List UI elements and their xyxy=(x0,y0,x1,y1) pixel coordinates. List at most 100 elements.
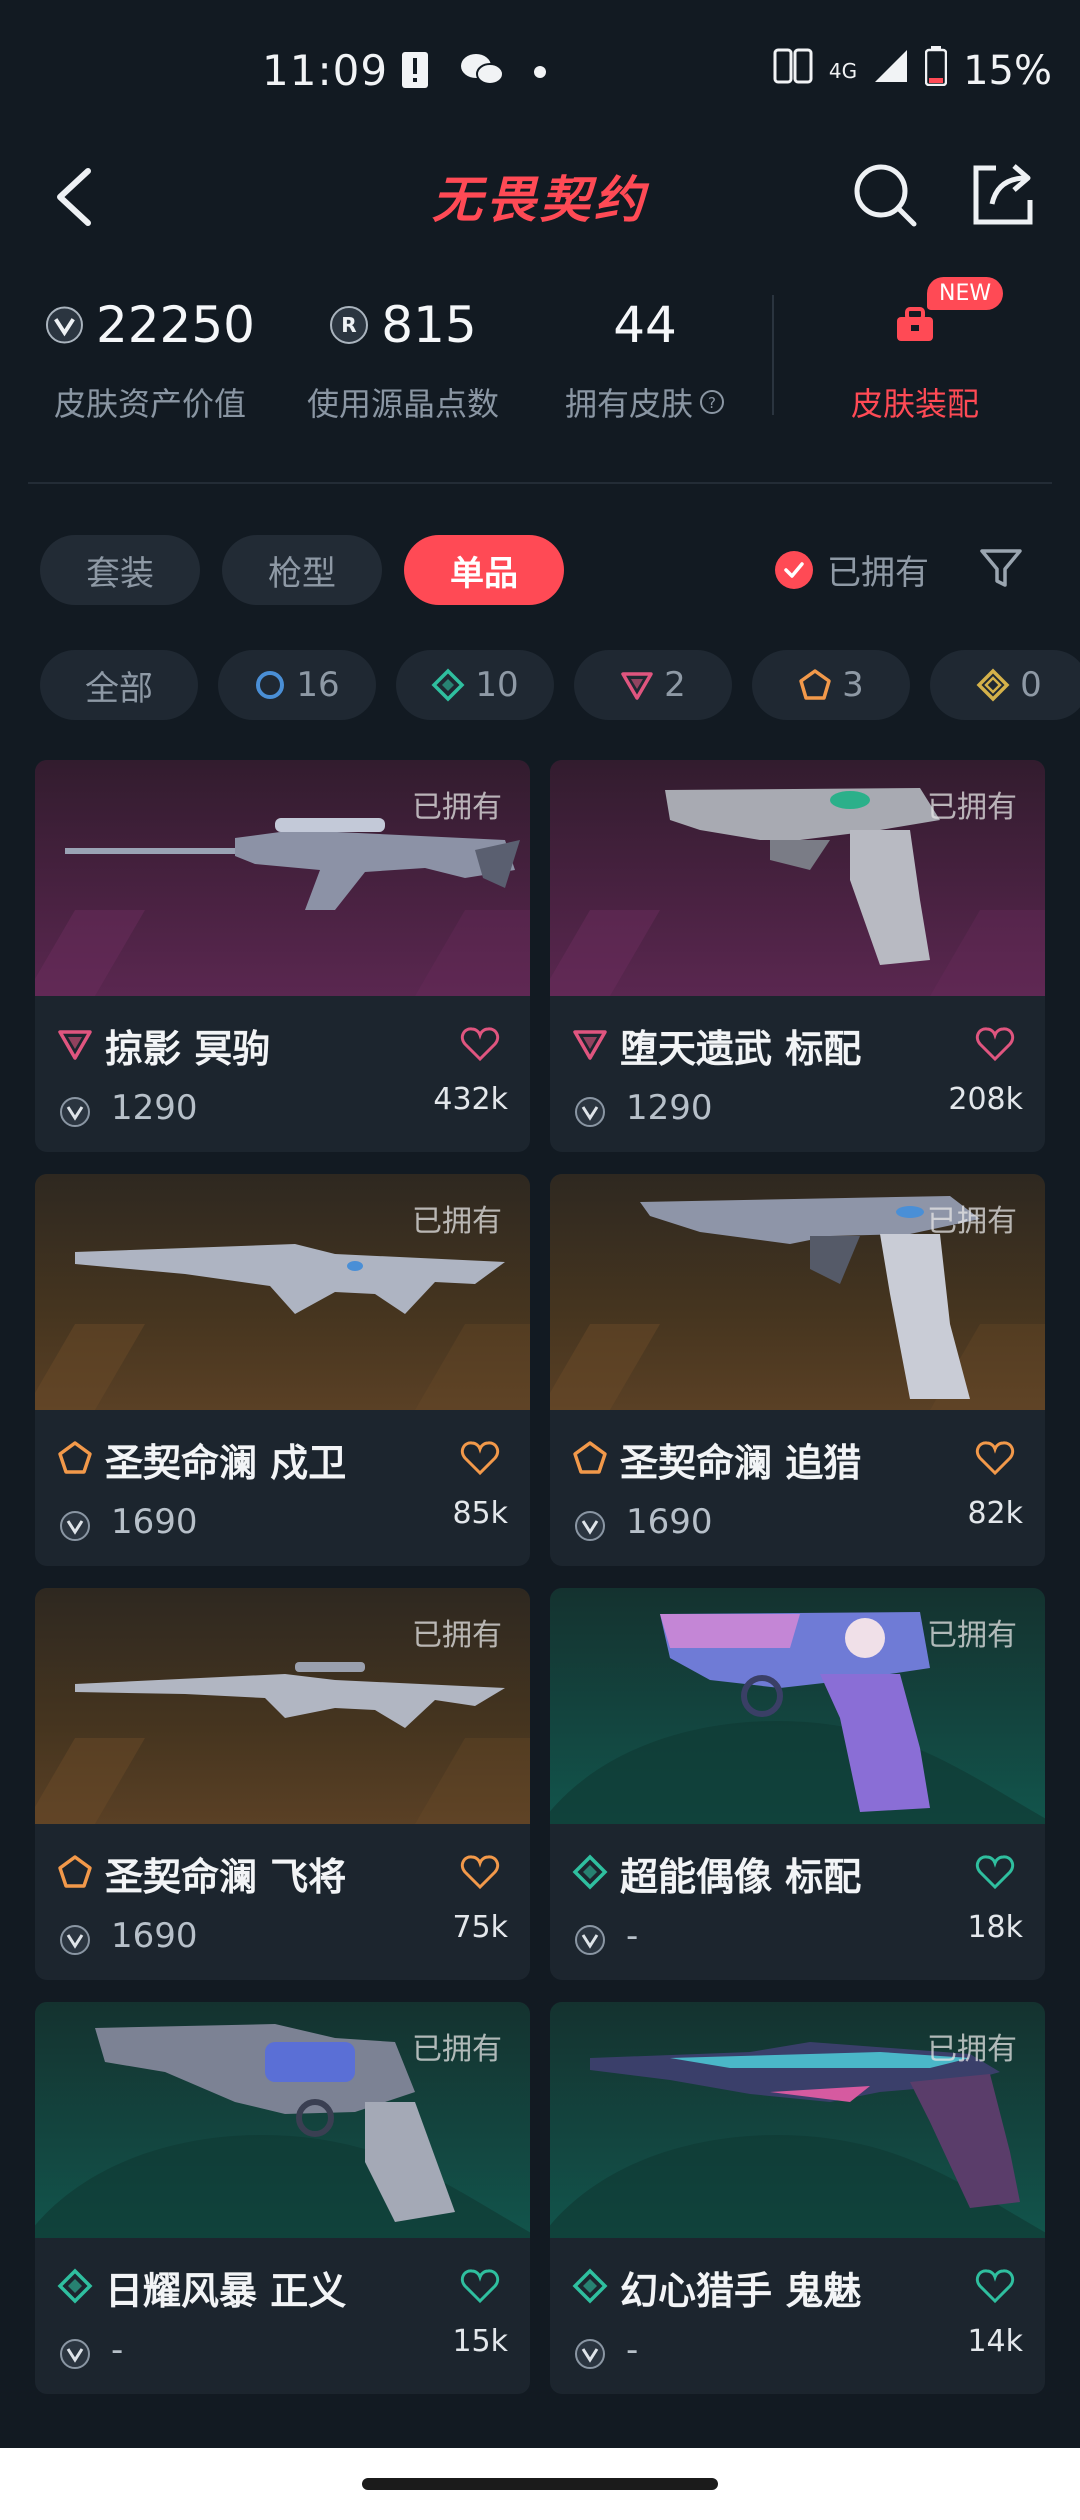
skin-price: 1290 xyxy=(626,1088,713,1128)
skin-price: - xyxy=(626,2330,639,2370)
skin-card[interactable]: 已拥有 幻心猎手 鬼魅 - 14k xyxy=(550,2002,1045,2394)
search-icon xyxy=(854,164,917,227)
owned-tag: 已拥有 xyxy=(927,790,1017,825)
skin-card[interactable]: 已拥有 圣契命澜 追猎 1690 82k xyxy=(550,1174,1045,1566)
chip-exclusive[interactable]: 0 xyxy=(930,650,1080,720)
radianite-icon: R xyxy=(330,306,369,344)
valorant-points-icon xyxy=(60,1925,90,1955)
ultra-tier-icon xyxy=(58,1441,92,1474)
skin-name: 掠影 冥驹 xyxy=(105,1027,271,1071)
owned-tag: 已拥有 xyxy=(927,1618,1017,1653)
like-count: 432k xyxy=(433,1082,508,1117)
heart-icon[interactable] xyxy=(975,2268,1015,2304)
radianite-stat: R 815 使用源晶点数 xyxy=(298,285,508,425)
skin-price: 1290 xyxy=(111,1088,198,1128)
svg-text:R: R xyxy=(342,313,357,337)
valorant-points-icon xyxy=(575,2339,605,2369)
owned-tag: 已拥有 xyxy=(412,2032,502,2067)
radianite-value: 815 xyxy=(381,296,477,354)
premium-tier-icon xyxy=(621,672,653,700)
chip-deluxe-count: 10 xyxy=(475,665,519,705)
tab-weapon-types[interactable]: 枪型 xyxy=(222,535,382,605)
chip-premium[interactable]: 2 xyxy=(574,650,732,720)
nfc-icon xyxy=(773,46,813,96)
like-count: 208k xyxy=(948,1082,1023,1117)
like-count: 75k xyxy=(452,1910,508,1945)
valorant-points-icon xyxy=(45,306,83,344)
ultra-tier-icon xyxy=(573,1441,607,1474)
filter-button[interactable] xyxy=(978,545,1024,591)
owned-tag: 已拥有 xyxy=(927,2032,1017,2067)
valorant-points-icon xyxy=(60,2339,90,2369)
search-button[interactable] xyxy=(850,160,920,230)
deluxe-tier-icon xyxy=(431,668,465,702)
owned-tag: 已拥有 xyxy=(412,1204,502,1239)
chip-all-label: 全部 xyxy=(85,668,153,709)
deluxe-tier-icon xyxy=(572,1854,608,1890)
chip-select[interactable]: 16 xyxy=(218,650,376,720)
skin-card[interactable]: 已拥有 日耀风暴 正义 - 15k xyxy=(35,2002,530,2394)
share-button[interactable] xyxy=(968,156,1038,230)
heart-icon[interactable] xyxy=(975,1026,1015,1062)
skin-grid: 已拥有 掠影 冥驹 1290 432k 已拥有 堕天遗武 标配 1290 208… xyxy=(35,760,1045,2394)
like-count: 18k xyxy=(967,1910,1023,1945)
skin-card[interactable]: 已拥有 圣契命澜 戍卫 1690 85k xyxy=(35,1174,530,1566)
battery-icon xyxy=(924,46,948,96)
home-indicator[interactable] xyxy=(362,2478,718,2490)
skin-price: 1690 xyxy=(626,1502,713,1542)
rarity-filter-chips: 全部 16 10 2 3 0 xyxy=(40,650,1080,720)
heart-icon[interactable] xyxy=(460,1440,500,1476)
chip-select-count: 16 xyxy=(296,665,340,705)
heart-icon[interactable] xyxy=(975,1440,1015,1476)
skin-price: 1690 xyxy=(111,1502,198,1542)
skin-name: 超能偶像 标配 xyxy=(620,1855,862,1899)
owned-skins-stat[interactable]: 44 拥有皮肤 ? xyxy=(555,285,735,425)
valorant-points-icon xyxy=(575,1925,605,1955)
help-icon[interactable]: ? xyxy=(699,389,725,415)
skin-image: 已拥有 xyxy=(550,1174,1045,1410)
skin-name: 圣契命澜 戍卫 xyxy=(105,1441,347,1485)
heart-icon[interactable] xyxy=(975,1854,1015,1890)
exclusive-tier-icon xyxy=(976,668,1010,702)
skin-image: 已拥有 xyxy=(35,1174,530,1410)
chip-all[interactable]: 全部 xyxy=(40,650,198,720)
premium-tier-icon xyxy=(573,1030,607,1060)
skin-image: 已拥有 xyxy=(550,760,1045,996)
asset-value-label: 皮肤资产价值 xyxy=(53,385,246,423)
chip-deluxe[interactable]: 10 xyxy=(396,650,554,720)
skin-name: 日耀风暴 正义 xyxy=(105,2269,347,2313)
share-icon xyxy=(973,164,1033,225)
wardrobe-icon xyxy=(897,307,933,341)
skin-card[interactable]: 已拥有 超能偶像 标配 - 18k xyxy=(550,1588,1045,1980)
tab-sets[interactable]: 套装 xyxy=(40,535,200,605)
skin-card[interactable]: 已拥有 圣契命澜 飞将 1690 75k xyxy=(35,1588,530,1980)
heart-icon[interactable] xyxy=(460,1026,500,1062)
owned-skins-label: 拥有皮肤 xyxy=(564,385,693,423)
skin-name: 堕天遗武 标配 xyxy=(620,1027,862,1071)
skin-card[interactable]: 已拥有 堕天遗武 标配 1290 208k xyxy=(550,760,1045,1152)
tab-single-items[interactable]: 单品 xyxy=(404,535,564,605)
heart-icon[interactable] xyxy=(460,2268,500,2304)
owned-checkbox[interactable]: 已拥有 xyxy=(775,545,929,594)
new-badge: NEW xyxy=(927,277,1004,310)
skin-price: 1690 xyxy=(111,1916,198,1956)
chip-ultra[interactable]: 3 xyxy=(752,650,910,720)
ultra-tier-icon xyxy=(58,1855,92,1888)
battery-level: 15% xyxy=(963,48,1052,94)
ultra-tier-icon xyxy=(799,669,831,700)
status-time: 11:09 xyxy=(262,46,389,95)
top-app-bar: 无畏契约 xyxy=(0,140,1080,270)
asset-value-stat: 22250 皮肤资产价值 xyxy=(45,285,255,425)
select-tier-icon xyxy=(256,671,285,699)
category-tabs: 套装 枪型 单品 xyxy=(40,535,564,605)
valorant-points-icon xyxy=(60,1097,90,1127)
skin-image: 已拥有 xyxy=(35,2002,530,2238)
status-notifications xyxy=(400,50,546,94)
valorant-points-icon xyxy=(575,1511,605,1541)
wardrobe-button[interactable]: NEW 皮肤装配 xyxy=(825,277,1005,425)
owned-tag: 已拥有 xyxy=(412,790,502,825)
divider xyxy=(28,482,1052,484)
owned-tag: 已拥有 xyxy=(927,1204,1017,1239)
skin-card[interactable]: 已拥有 掠影 冥驹 1290 432k xyxy=(35,760,530,1152)
heart-icon[interactable] xyxy=(460,1854,500,1890)
